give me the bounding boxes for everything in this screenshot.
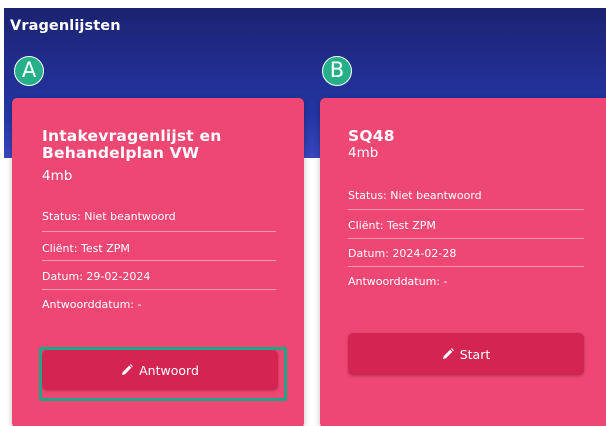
- card-date: Datum: 2024-02-28: [348, 247, 457, 260]
- marker-a: A: [14, 56, 44, 86]
- marker-b: B: [322, 56, 352, 86]
- divider: [348, 266, 584, 267]
- card-answer-date: Antwoorddatum: -: [42, 298, 142, 311]
- highlight-frame: [39, 347, 287, 401]
- card-status: Status: Niet beantwoord: [42, 210, 176, 223]
- card-size: 4mb: [42, 168, 73, 184]
- card-client: Cliënt: Test ZPM: [348, 219, 436, 232]
- card-title-line: Intakevragenlijst en: [42, 127, 222, 145]
- divider: [42, 289, 276, 290]
- card-date: Datum: 29-02-2024: [42, 270, 151, 283]
- card-title-line: Behandelplan VW: [42, 144, 200, 162]
- card-answer-date: Antwoorddatum: -: [348, 275, 448, 288]
- card-size: 4mb: [348, 145, 379, 161]
- card-client: Cliënt: Test ZPM: [42, 242, 130, 255]
- card-title: Intakevragenlijst en Behandelplan VW: [42, 128, 221, 162]
- start-button-label: Start: [459, 346, 491, 362]
- page-title: Vragenlijsten: [10, 18, 121, 34]
- card-status: Status: Niet beantwoord: [348, 189, 482, 202]
- divider: [348, 209, 584, 210]
- pencil-icon: [442, 348, 454, 360]
- questionnaire-card-sq48: SQ48 4mb Status: Niet beantwoord Cliënt:…: [320, 98, 606, 426]
- start-button[interactable]: Start: [348, 333, 584, 375]
- divider: [42, 231, 276, 232]
- divider: [348, 238, 584, 239]
- card-title: SQ48: [348, 127, 395, 145]
- divider: [42, 260, 276, 261]
- questionnaires-panel: Vragenlijsten Intakevragenlijst en Behan…: [4, 8, 606, 426]
